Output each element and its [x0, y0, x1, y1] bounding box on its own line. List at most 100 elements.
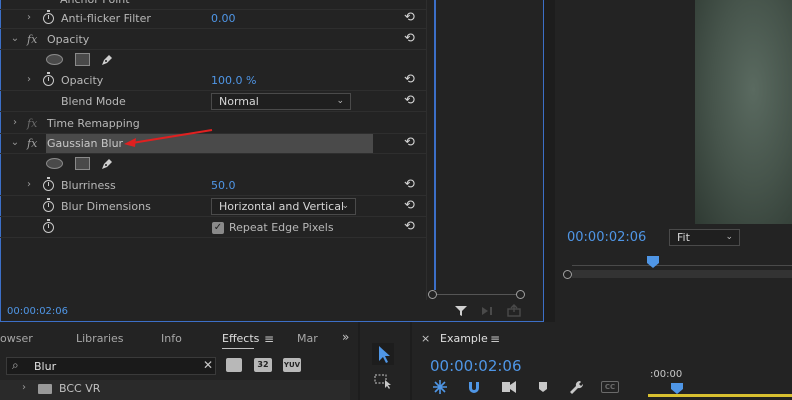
anti-flicker-value[interactable]: 0.00	[211, 8, 236, 29]
playhead-marker[interactable]	[646, 255, 660, 269]
chevron-right-icon[interactable]: ›	[22, 382, 26, 393]
search-icon: ⌕	[12, 358, 19, 372]
pen-mask-icon[interactable]	[99, 156, 115, 172]
anti-flicker-row: › Anti-flicker Filter 0.00 ⟲	[0, 8, 426, 29]
blur-mask-tools	[0, 154, 426, 175]
stopwatch-icon[interactable]	[43, 10, 54, 24]
track-select-tool-icon[interactable]	[374, 373, 394, 389]
export-icon[interactable]	[506, 304, 522, 317]
stopwatch-icon[interactable]	[43, 219, 54, 233]
repeat-edge-checkbox[interactable]: ✓	[212, 222, 224, 234]
scrubber-track	[572, 265, 792, 266]
ellipse-mask-icon[interactable]	[46, 54, 63, 65]
zoom-track	[437, 294, 517, 295]
search-input[interactable]: Blur	[34, 360, 56, 373]
panel-menu-icon[interactable]: ≡	[264, 332, 274, 346]
clear-search-icon[interactable]: ✕	[203, 358, 213, 372]
close-tab-icon[interactable]: ×	[421, 332, 430, 345]
pen-mask-icon[interactable]	[99, 52, 115, 68]
effect-controls-timecode[interactable]: 00:00:02:06	[7, 306, 68, 317]
tree-item-label: BCC VR	[59, 382, 101, 395]
blurriness-row: › Blurriness 50.0 ⟲	[0, 175, 426, 196]
reset-icon[interactable]: ⟲	[404, 136, 418, 149]
blend-mode-label: Blend Mode	[61, 95, 126, 108]
sequence-timecode[interactable]: 00:00:02:06	[430, 357, 522, 375]
zoom-select[interactable]: Fit ⌄	[669, 229, 740, 246]
annotation-arrow	[124, 129, 213, 147]
fx-icon[interactable]: fx	[27, 113, 37, 134]
reset-icon[interactable]: ⟲	[404, 73, 418, 86]
timeline-playhead-icon[interactable]	[670, 382, 684, 394]
chevron-right-icon[interactable]: ›	[24, 75, 34, 85]
accelerated-effects-icon[interactable]	[226, 358, 242, 372]
blend-mode-select[interactable]: Normal ⌄	[211, 93, 351, 110]
repeat-edge-row: ✓ Repeat Edge Pixels ⟲	[0, 217, 426, 238]
blend-mode-value: Normal	[219, 95, 259, 108]
fx-icon[interactable]: fx	[27, 29, 37, 50]
effects-search-box[interactable]: ⌕ Blur ✕	[6, 357, 216, 375]
reset-icon[interactable]: ⟲	[404, 199, 418, 212]
fx-icon[interactable]: fx	[27, 133, 37, 154]
scrubber-handle-left[interactable]	[563, 270, 572, 279]
program-timecode[interactable]: 00:00:02:06	[567, 230, 646, 245]
ellipse-mask-icon[interactable]	[46, 158, 63, 169]
opacity-group-row: ⌄ fx Opacity ⟲	[0, 29, 426, 50]
yuv-effects-icon[interactable]: YUV	[283, 358, 301, 372]
chevron-down-icon[interactable]: ⌄	[10, 34, 20, 44]
blurriness-value[interactable]: 50.0	[211, 175, 236, 196]
ruler-label: :00:00	[650, 369, 683, 380]
timeline-zoom-bar[interactable]	[428, 290, 526, 299]
panel-menu-icon[interactable]: ≡	[490, 332, 500, 346]
rectangle-mask-icon[interactable]	[75, 53, 90, 66]
selection-tool-icon[interactable]	[372, 343, 394, 365]
reset-icon[interactable]: ⟲	[404, 32, 418, 45]
blur-dimensions-select[interactable]: Horizontal and Vertical ⌄	[211, 198, 356, 215]
tab-effects[interactable]: Effects	[222, 332, 259, 345]
wrench-icon[interactable]	[569, 380, 585, 394]
chevron-right-icon[interactable]: ›	[10, 118, 20, 128]
effect-controls-timeline	[426, 0, 536, 300]
stopwatch-icon[interactable]	[43, 198, 54, 212]
chevron-down-icon[interactable]: ⌄	[10, 138, 20, 148]
active-tab-underline	[222, 348, 254, 349]
tab-sequence-example[interactable]: Example	[440, 332, 488, 345]
opacity-value[interactable]: 100.0 %	[211, 70, 256, 91]
reset-icon[interactable]: ⟲	[404, 94, 418, 107]
captions-icon[interactable]: CC	[601, 381, 619, 393]
rectangle-mask-icon[interactable]	[75, 157, 90, 170]
overflow-chevrons-icon[interactable]: »	[342, 330, 349, 344]
gaussian-blur-label: Gaussian Blur	[47, 137, 124, 150]
blur-dimensions-label: Blur Dimensions	[61, 200, 151, 213]
filter-icon[interactable]	[454, 305, 468, 317]
reset-icon[interactable]: ⟲	[404, 11, 418, 24]
zoom-handle-right[interactable]	[516, 290, 525, 299]
work-area-bar	[648, 394, 792, 397]
tab-media-browser[interactable]: owser	[0, 332, 33, 345]
chevron-right-icon[interactable]: ›	[24, 180, 34, 190]
zoom-value: Fit	[677, 231, 690, 244]
32-bit-effects-icon[interactable]: 32	[254, 358, 272, 372]
stopwatch-icon[interactable]	[43, 177, 54, 191]
chevron-down-icon: ⌄	[725, 232, 733, 242]
opacity-label: Opacity	[61, 74, 104, 87]
program-video-frame	[695, 0, 792, 224]
tab-info[interactable]: Info	[161, 332, 182, 345]
snap-icon[interactable]	[467, 380, 481, 394]
tab-markers[interactable]: Mar	[297, 332, 318, 345]
add-marker-icon[interactable]	[537, 381, 549, 393]
effects-tree-row[interactable]: › BCC VR	[0, 380, 350, 400]
linked-selection-icon[interactable]	[501, 380, 517, 394]
zoom-handle-left[interactable]	[428, 290, 437, 299]
playhead-line	[434, 0, 436, 290]
chevron-right-icon[interactable]: ›	[24, 13, 34, 23]
opacity-group-label: Opacity	[47, 33, 90, 46]
play-audio-icon[interactable]	[480, 305, 494, 317]
nest-icon[interactable]	[432, 379, 448, 395]
scrubber-bar	[572, 270, 792, 278]
stopwatch-icon[interactable]	[43, 72, 54, 86]
reset-icon[interactable]: ⟲	[404, 220, 418, 233]
program-scrubber[interactable]	[562, 255, 792, 279]
blurriness-label: Blurriness	[61, 179, 116, 192]
reset-icon[interactable]: ⟲	[404, 178, 418, 191]
tab-libraries[interactable]: Libraries	[76, 332, 124, 345]
